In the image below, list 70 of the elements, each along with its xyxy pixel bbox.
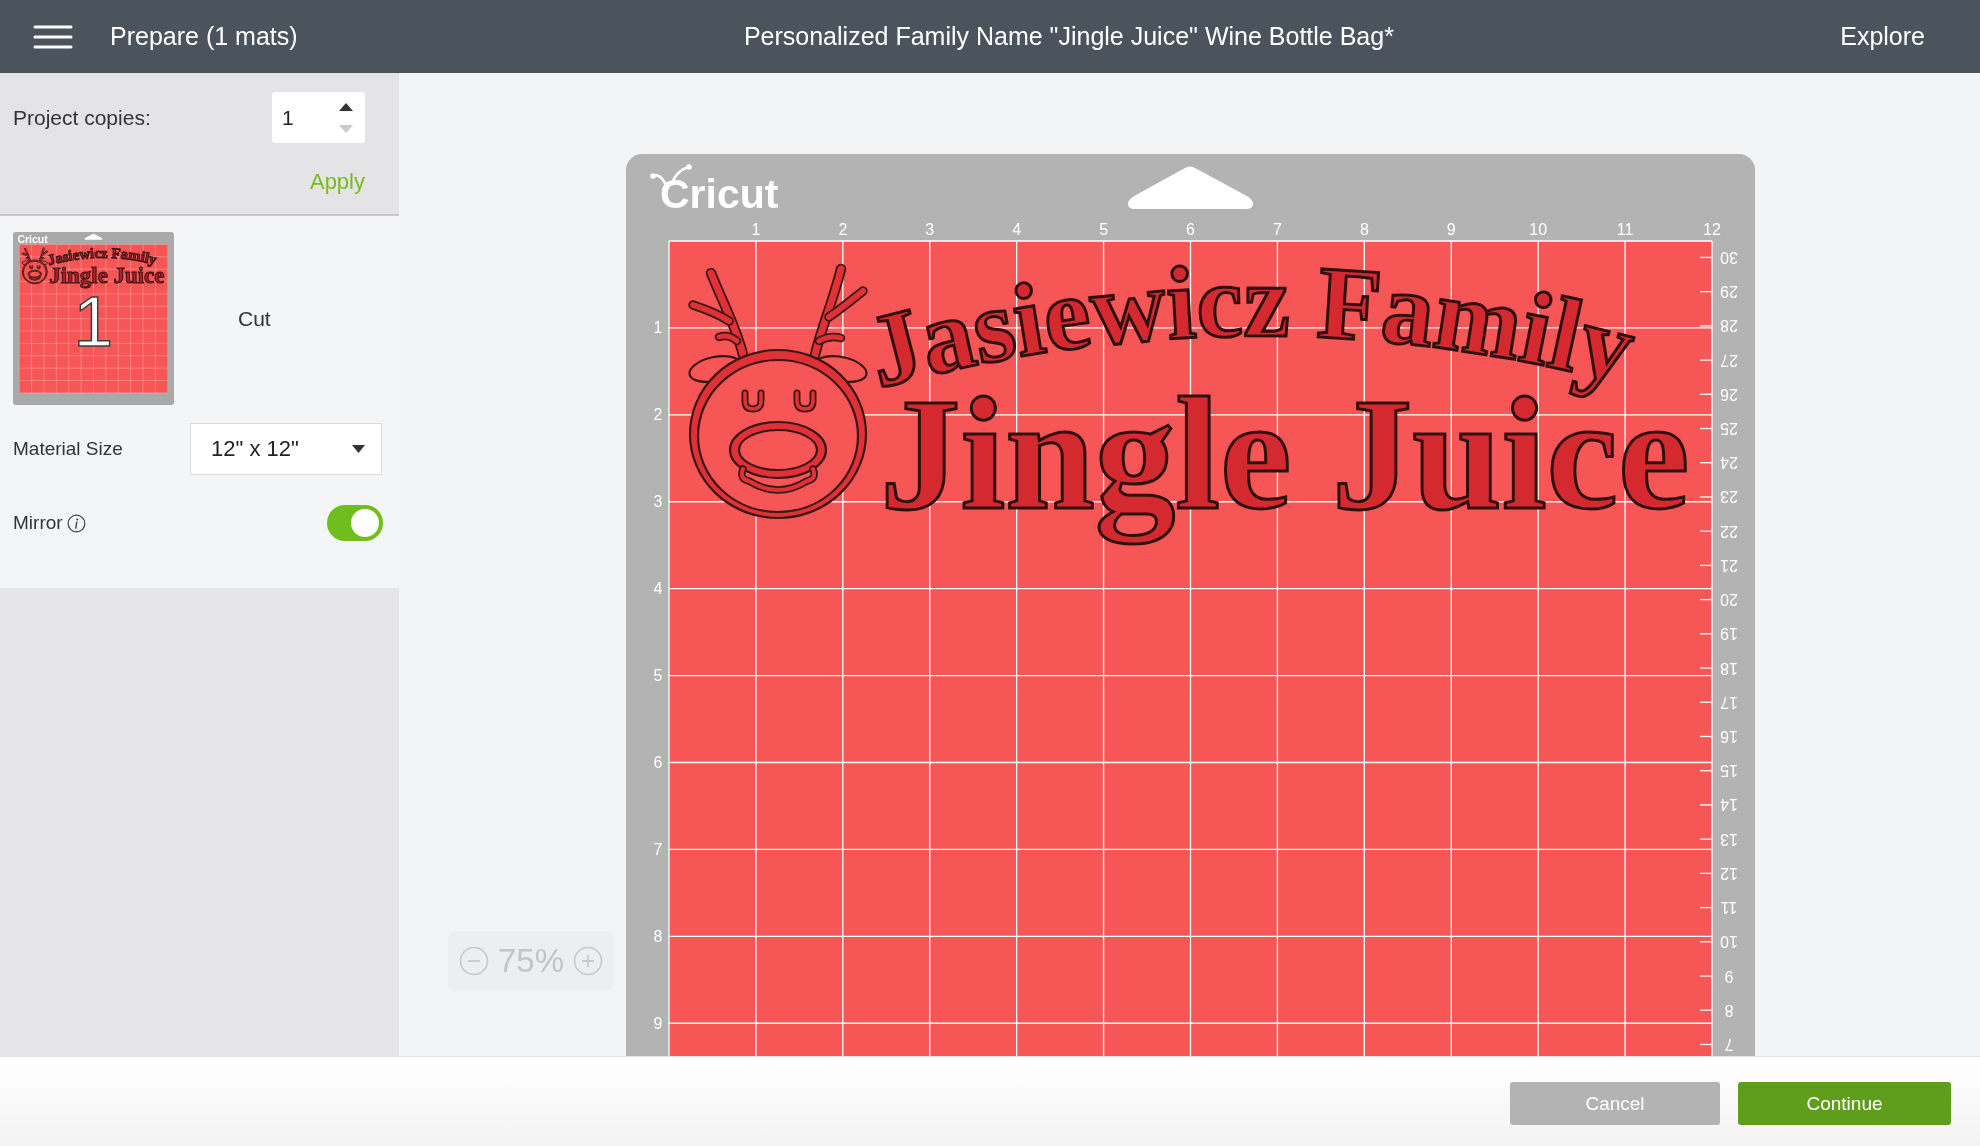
ruler-label: 1	[751, 221, 761, 238]
ruler-label: 9	[653, 1014, 663, 1032]
info-icon	[66, 513, 86, 533]
ruler-label: 18	[1720, 659, 1738, 677]
ruler-label: 17	[1720, 693, 1738, 711]
brand-logo: Cricut	[650, 164, 779, 217]
ruler-label: 8	[653, 927, 663, 945]
ruler-label: 6	[653, 754, 663, 771]
page-title: Prepare (1 mats)	[110, 22, 298, 51]
ruler-label: 16	[1720, 728, 1738, 745]
material-size-dropdown[interactable]: 12" x 12"	[190, 423, 382, 475]
mat-mode-label: Cut	[238, 306, 271, 331]
apply-button[interactable]: Apply	[309, 169, 365, 195]
explore-link[interactable]: Explore	[1840, 22, 1925, 51]
ruler-label: 2	[653, 406, 663, 424]
ruler-label: 3	[653, 493, 663, 511]
brand-logo: Cricut	[17, 232, 48, 245]
ruler-label: 20	[1720, 591, 1738, 609]
ruler-label: 24	[1720, 454, 1738, 472]
ruler-label: 8	[1724, 1001, 1734, 1019]
ruler-label: 22	[1720, 522, 1738, 540]
ruler-label: 23	[1720, 488, 1738, 506]
caret-down-icon	[352, 445, 365, 453]
continue-button[interactable]: Continue	[1738, 1082, 1951, 1125]
ruler-label: 12	[1720, 864, 1738, 882]
ruler-label: 6	[1186, 221, 1195, 238]
ruler-label: 28	[1720, 317, 1738, 335]
ruler-label: 10	[1720, 933, 1738, 951]
ruler-label: 8	[1359, 221, 1369, 238]
ruler-label: 7	[653, 840, 663, 858]
minus-circle-icon	[458, 946, 489, 976]
ruler-label: 9	[1724, 967, 1734, 985]
ruler-label: 19	[1720, 625, 1738, 643]
mirror-label: Mirror	[13, 512, 63, 534]
ruler-label: 12	[1703, 221, 1721, 238]
ruler-label: 15	[1720, 762, 1738, 780]
ruler-label: 25	[1720, 420, 1738, 437]
ruler-label: 26	[1720, 385, 1738, 403]
reindeer-drawing	[21, 247, 48, 285]
ruler-label: 5	[653, 667, 663, 685]
ruler-label: 2	[838, 221, 848, 238]
cancel-button[interactable]: Cancel	[1510, 1082, 1720, 1125]
mirror-toggle[interactable]	[327, 505, 383, 541]
ruler-label: 3	[925, 221, 935, 238]
ruler-label: 27	[1720, 351, 1738, 369]
ruler-label: 4	[653, 580, 663, 598]
ruler-label: 7	[1724, 1035, 1734, 1053]
increase-button[interactable]	[338, 101, 354, 112]
mat-notch	[84, 233, 103, 240]
plus-circle-icon	[573, 946, 604, 976]
ruler-label: 5	[1099, 221, 1109, 238]
material-size-label: Material Size	[13, 438, 123, 460]
ruler-label: 11	[1616, 221, 1634, 238]
ruler-label: 21	[1720, 556, 1738, 574]
ruler-label: 7	[1272, 221, 1282, 238]
copies-input[interactable]: 1	[272, 92, 365, 143]
ruler-label: 14	[1720, 796, 1738, 814]
ruler-label: 29	[1720, 283, 1738, 301]
ruler-label: 13	[1720, 830, 1738, 848]
ruler-label: 1	[653, 319, 663, 337]
caret-down-icon	[338, 123, 354, 134]
ruler-label: 4	[1012, 221, 1022, 238]
caret-up-icon	[338, 101, 354, 112]
menu-icon	[33, 23, 73, 50]
project-title: Personalized Family Name "Jingle Juice" Wine Bottle Bag*	[743, 22, 1394, 51]
ruler-label: 10	[1529, 221, 1548, 238]
copies-label: Project copies:	[13, 105, 151, 130]
ruler-label: 11	[1720, 899, 1738, 917]
ruler-label: 9	[1446, 221, 1456, 238]
ruler-label: 30	[1720, 248, 1738, 266]
